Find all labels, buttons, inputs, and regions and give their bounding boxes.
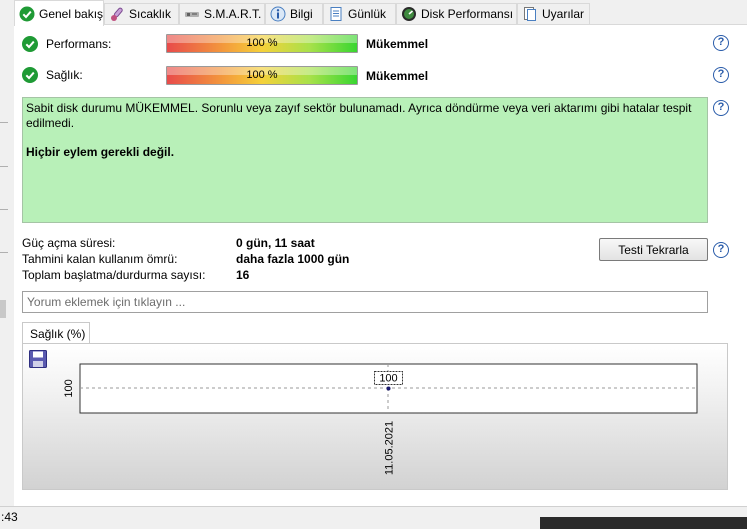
thermometer-icon (111, 7, 123, 21)
tab-disk-performance[interactable]: Disk Performansı (396, 3, 517, 24)
taskbar-strip (540, 517, 747, 529)
left-gutter (0, 24, 14, 506)
status-help-icon[interactable]: ? (713, 100, 729, 116)
tab-log[interactable]: Günlük (323, 3, 396, 24)
check-circle-icon (22, 67, 38, 83)
lifetime-value: daha fazla 1000 gün (236, 252, 350, 266)
tab-info[interactable]: Bilgi (265, 3, 323, 24)
health-label: Sağlık: (46, 68, 83, 82)
alerts-icon (524, 7, 536, 21)
log-document-icon (330, 7, 342, 21)
performance-row-label: Performans: (22, 35, 111, 53)
power-on-value: 0 gün, 11 saat (236, 236, 315, 250)
health-chart: 100 100 11.05.2021 (63, 363, 698, 475)
tab-label: Bilgi (290, 7, 313, 21)
status-text: Sabit disk durumu MÜKEMMEL. Sorunlu veya… (26, 101, 692, 130)
performance-percent-text: 100 % (246, 37, 278, 49)
tab-smart[interactable]: S.M.A.R.T. (179, 3, 265, 24)
performance-rating: Mükemmel (366, 37, 429, 51)
tab-alerts[interactable]: Uyarılar (517, 3, 590, 24)
health-rating: Mükemmel (366, 69, 429, 83)
health-help-icon[interactable]: ? (713, 67, 729, 83)
health-chart-panel: 100 100 11.05.2021 (22, 343, 728, 490)
gauge-icon (402, 7, 416, 21)
performance-help-icon[interactable]: ? (713, 35, 729, 51)
tab-label: Disk Performansı (421, 7, 514, 21)
check-circle-icon (19, 6, 35, 21)
data-point (386, 386, 391, 391)
health-progress-bar: 100 % (166, 66, 358, 85)
info-icon (270, 6, 286, 22)
health-row-label: Sağlık: (22, 66, 83, 84)
splitter-handle[interactable] (0, 300, 6, 318)
y-tick-label: 100 (63, 379, 75, 397)
smart-disk-icon (185, 12, 199, 17)
status-bar-text: :43 (1, 510, 18, 524)
status-action-text: Hiçbir eylem gerekli değil. (26, 145, 175, 159)
tab-label: Günlük (348, 7, 387, 21)
tab-label: Uyarılar (542, 7, 585, 21)
health-percent-text: 100 % (246, 69, 278, 81)
performance-label: Performans: (46, 37, 112, 51)
tab-temperature[interactable]: Sıcaklık (104, 3, 179, 24)
start-stop-label: Toplam başlatma/durdurma sayısı: (22, 268, 206, 282)
tab-label: Sıcaklık (129, 7, 172, 21)
data-label: 100 (379, 373, 397, 385)
tab-health-chart[interactable]: Sağlık (%) (22, 322, 90, 344)
tab-label: S.M.A.R.T. (204, 7, 262, 21)
retest-help-icon[interactable]: ? (713, 242, 729, 258)
tab-label: Genel bakış (39, 6, 104, 21)
lifetime-label: Tahmini kalan kullanım ömrü: (22, 252, 178, 266)
performance-progress-bar: 100 % (166, 34, 358, 53)
status-message-box: Sabit disk durumu MÜKEMMEL. Sorunlu veya… (22, 97, 708, 223)
comment-input[interactable]: Yorum eklemek için tıklayın ... (22, 291, 708, 313)
start-stop-value: 16 (236, 268, 250, 282)
retest-button-label: Testi Tekrarla (618, 242, 689, 257)
tab-strip: Genel bakış Sıcaklık S.M.A.R.T. Bilgi Gü… (0, 0, 747, 26)
check-circle-icon (22, 36, 38, 52)
x-tick-label: 11.05.2021 (384, 421, 396, 475)
retest-button[interactable]: Testi Tekrarla (599, 238, 708, 261)
power-on-label: Güç açma süresi: (22, 236, 116, 250)
tab-general-overview[interactable]: Genel bakış (14, 0, 104, 26)
